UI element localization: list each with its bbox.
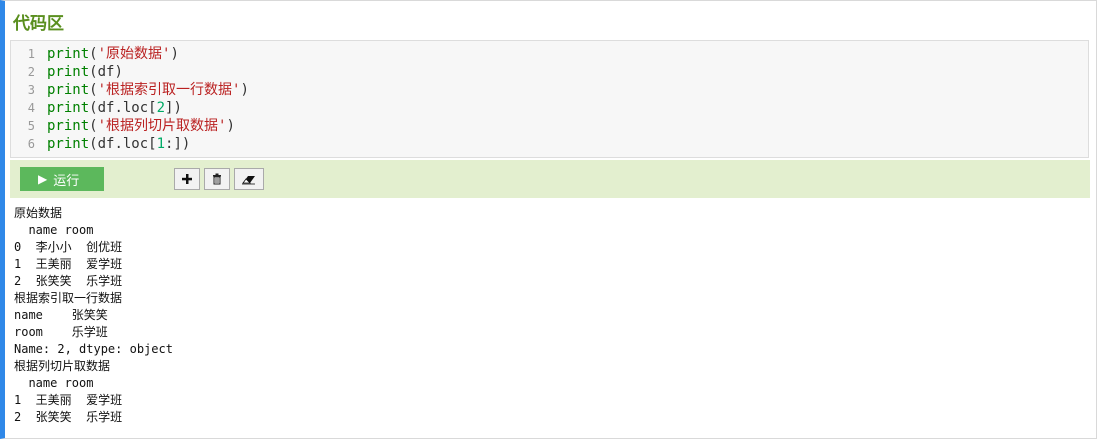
output-line: name room bbox=[14, 223, 94, 237]
delete-button[interactable] bbox=[204, 168, 230, 190]
play-icon: ▶ bbox=[38, 172, 48, 186]
output-line: 1 王美丽 爱学班 bbox=[14, 393, 123, 407]
eraser-icon bbox=[242, 176, 255, 185]
code-content[interactable]: print('原始数据') print(df) print('根据索引取一行数据… bbox=[47, 45, 249, 153]
output-line: 0 李小小 创优班 bbox=[14, 240, 123, 254]
run-button[interactable]: ▶ 运行 bbox=[20, 167, 104, 191]
line-number: 6 bbox=[27, 137, 35, 151]
output-line: 根据索引取一行数据 bbox=[14, 291, 123, 305]
code-editor[interactable]: 1 2 3 4 5 6 print('原始数据') print(df) prin… bbox=[10, 40, 1089, 158]
output-line: room 乐学班 bbox=[14, 325, 108, 339]
clear-button[interactable] bbox=[234, 168, 264, 190]
trash-icon bbox=[213, 173, 221, 185]
run-button-label: 运行 bbox=[53, 172, 80, 188]
output-line: 2 张笑笑 乐学班 bbox=[14, 410, 123, 424]
output-line: 原始数据 bbox=[14, 206, 63, 220]
line-number: 2 bbox=[27, 65, 35, 79]
output-line: 根据列切片取数据 bbox=[14, 359, 111, 373]
output-line: Name: 2, dtype: object bbox=[14, 342, 173, 356]
output-line: name room bbox=[14, 376, 94, 390]
output-line: 1 王美丽 爱学班 bbox=[14, 257, 123, 271]
code-line[interactable]: print('根据索引取一行数据') bbox=[47, 81, 249, 99]
plus-icon bbox=[182, 174, 192, 184]
code-line[interactable]: print(df.loc[1:]) bbox=[47, 135, 249, 153]
line-number: 4 bbox=[27, 101, 35, 115]
code-line[interactable]: print(df.loc[2]) bbox=[47, 99, 249, 117]
panel-title: 代码区 bbox=[13, 14, 64, 34]
line-number: 5 bbox=[27, 119, 35, 133]
line-number-gutter: 1 2 3 4 5 6 bbox=[11, 45, 41, 153]
code-line[interactable]: print('原始数据') bbox=[47, 45, 249, 63]
editor-toolbar: ▶ 运行 bbox=[10, 160, 1090, 198]
line-number: 3 bbox=[27, 83, 35, 97]
code-line[interactable]: print('根据列切片取数据') bbox=[47, 117, 249, 135]
output-line: 2 张笑笑 乐学班 bbox=[14, 274, 123, 288]
code-line[interactable]: print(df) bbox=[47, 63, 249, 81]
output-area: 原始数据 name room 0 李小小 创优班 1 王美丽 爱学班 2 张笑笑… bbox=[14, 205, 173, 426]
output-line: name 张笑笑 bbox=[14, 308, 108, 322]
add-button[interactable] bbox=[174, 168, 200, 190]
line-number: 1 bbox=[27, 47, 35, 61]
